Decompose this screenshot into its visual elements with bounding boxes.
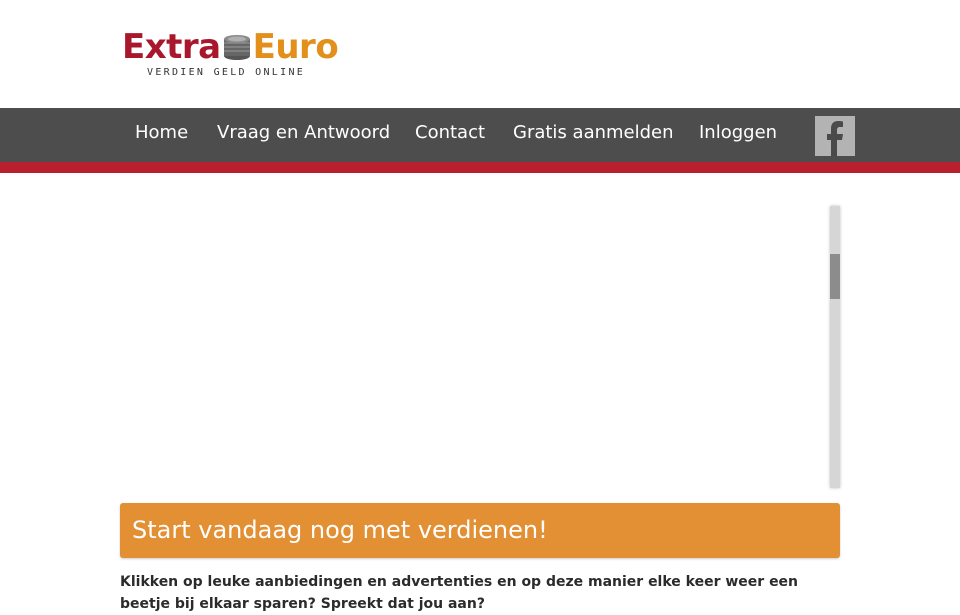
nav-item-gratis-aanmelden[interactable]: Gratis aanmelden	[513, 108, 674, 158]
facebook-link[interactable]	[815, 116, 855, 156]
nav-item-inloggen[interactable]: Inloggen	[699, 108, 777, 158]
banner-title: Start vandaag nog met verdienen!	[132, 516, 548, 544]
site-logo[interactable]: Extra Euro VERDIEN GELD ONLINE	[122, 28, 342, 84]
embedded-frame[interactable]	[120, 206, 840, 488]
cta-banner: Start vandaag nog met verdienen!	[120, 503, 840, 558]
logo-text-euro: Euro	[252, 27, 339, 67]
logo-wordmark: Extra Euro	[122, 27, 339, 67]
nav-item-contact[interactable]: Contact	[415, 108, 485, 158]
logo-tagline: VERDIEN GELD ONLINE	[147, 67, 306, 78]
intro-text: Klikken op leuke aanbiedingen en adverte…	[120, 574, 799, 612]
facebook-icon	[827, 121, 843, 156]
site-header: Extra Euro VERDIEN GELD ONLINE	[0, 0, 960, 108]
nav-item-home[interactable]: Home	[135, 108, 188, 158]
coin-stack-icon	[223, 35, 250, 60]
nav-accent-bar	[0, 162, 960, 173]
logo-text-extra: Extra	[122, 27, 221, 67]
scrollbar-thumb[interactable]	[830, 254, 840, 299]
frame-scrollbar[interactable]	[830, 206, 840, 488]
nav-item-vraag-en-antwoord[interactable]: Vraag en Antwoord	[217, 108, 390, 158]
